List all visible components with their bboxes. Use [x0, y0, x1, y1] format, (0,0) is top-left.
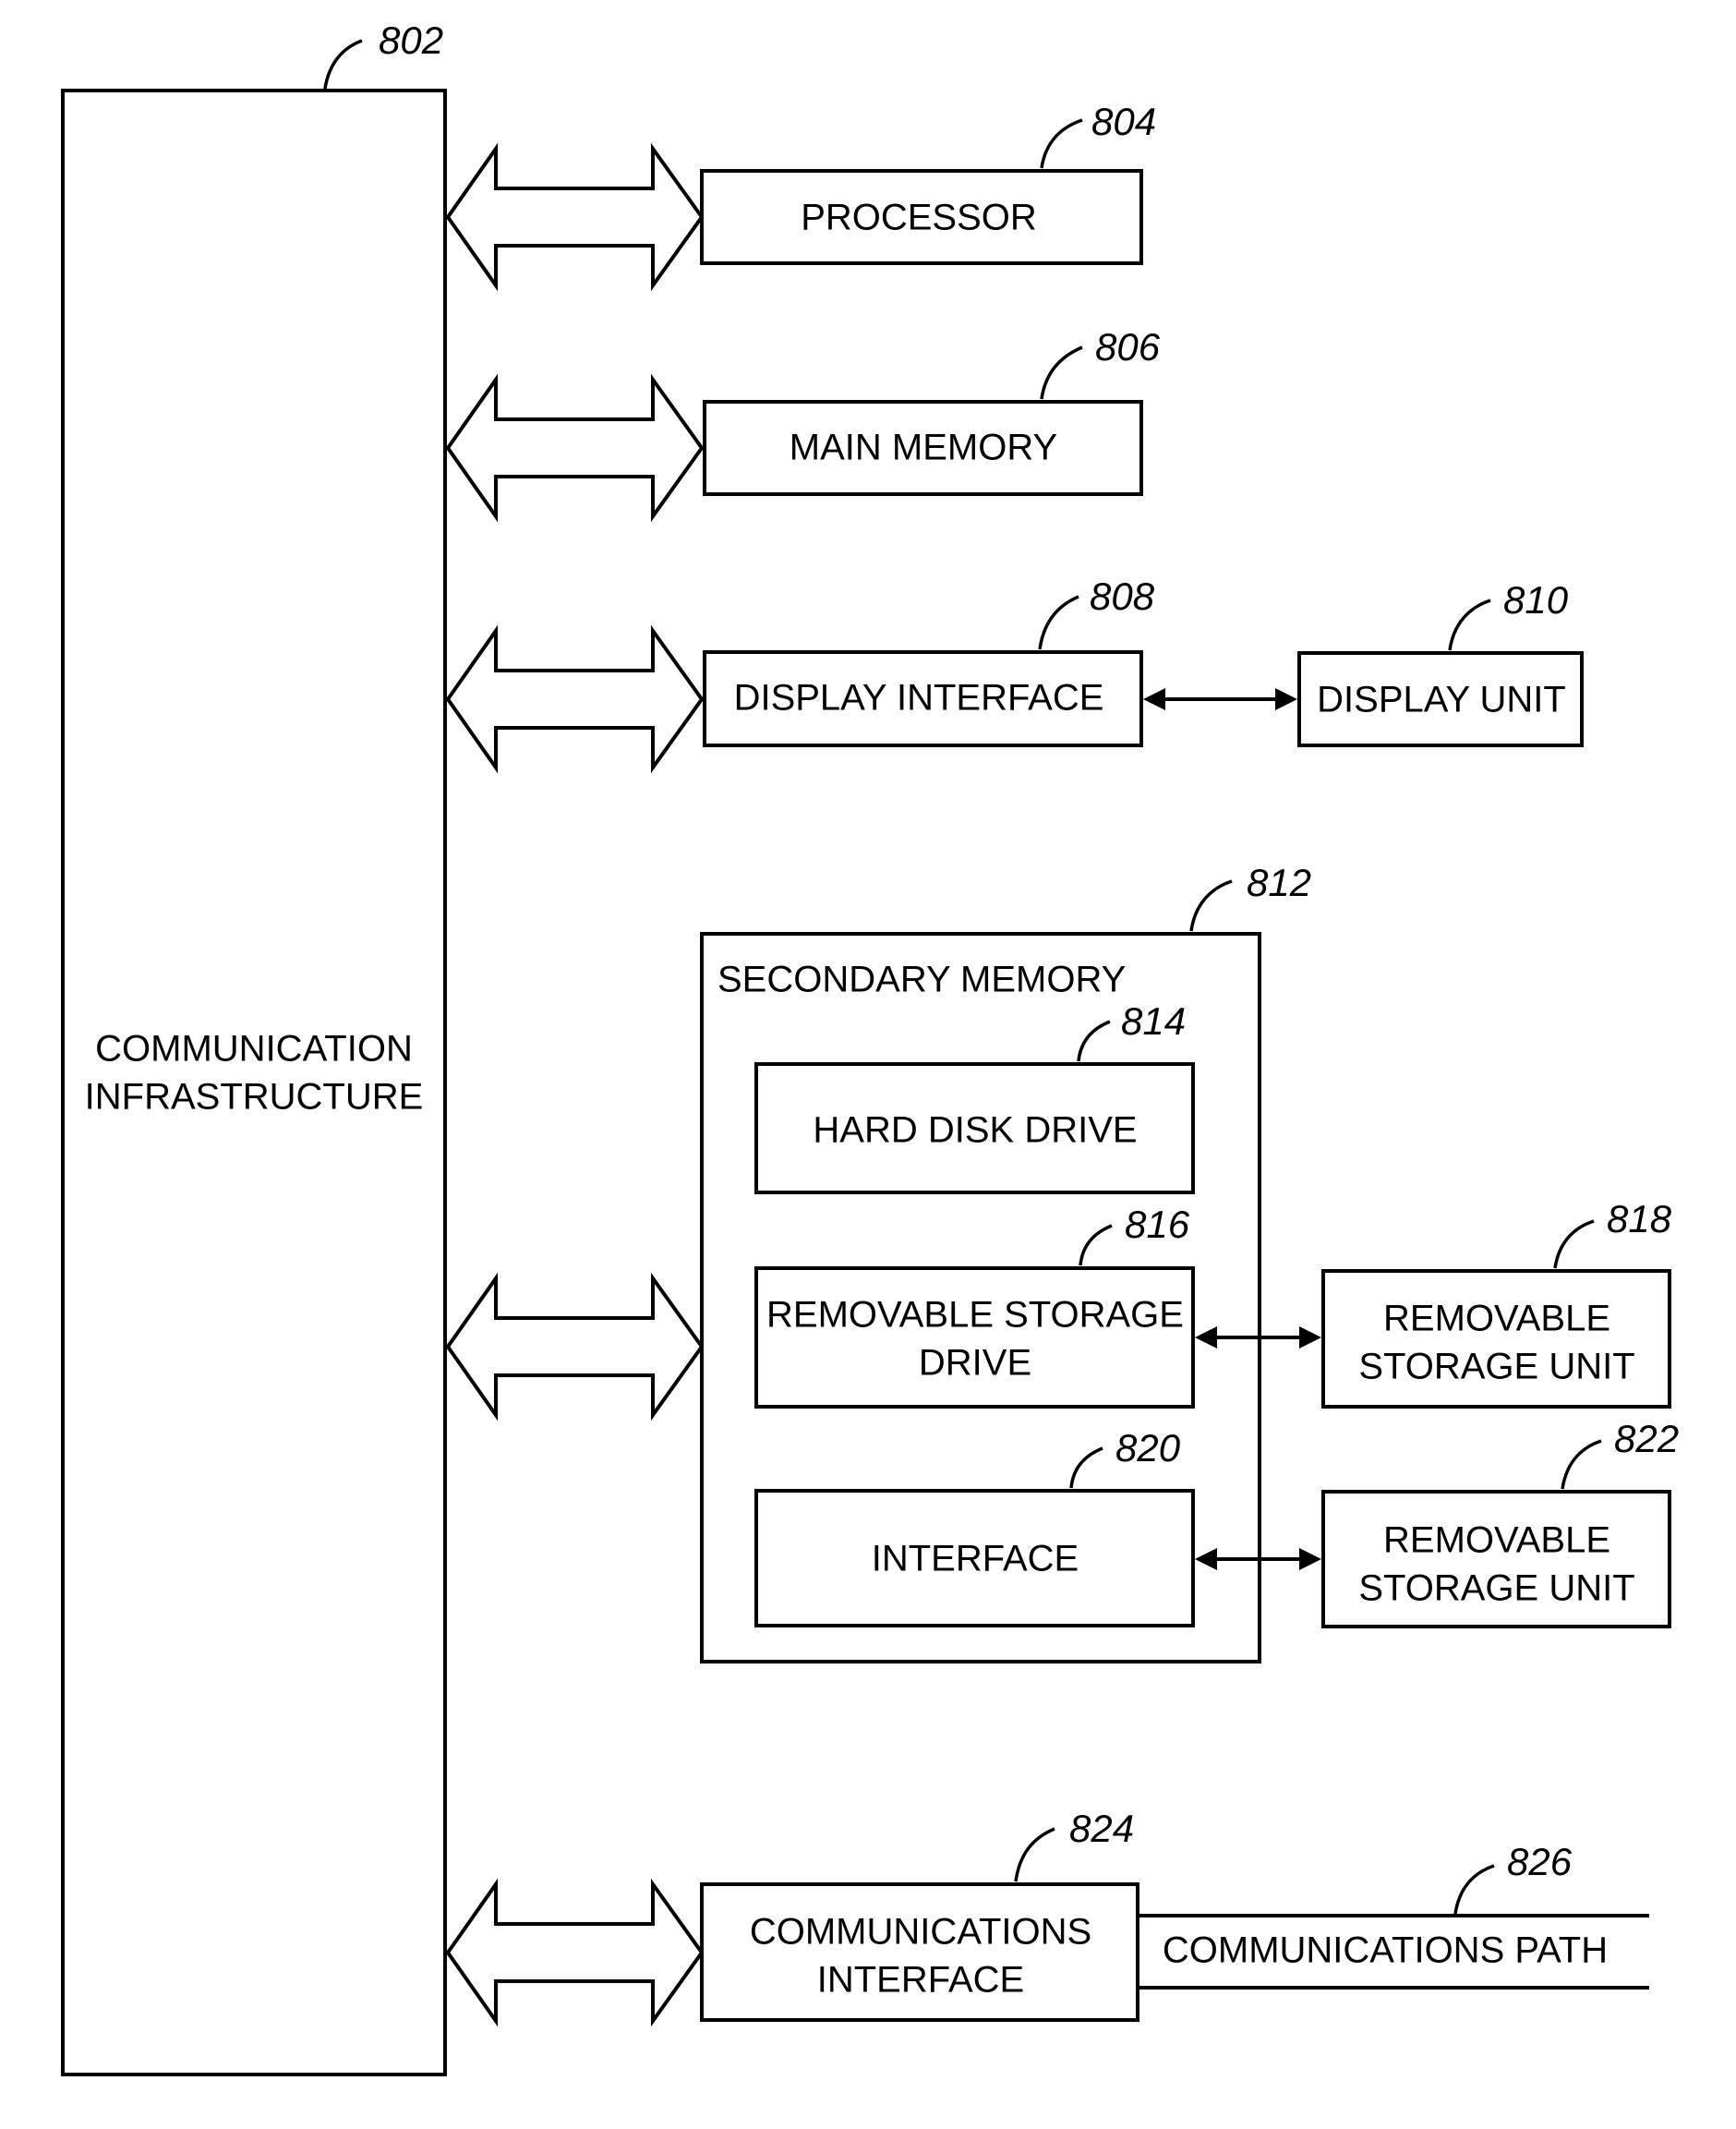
leader-line-808 — [1038, 595, 1079, 650]
display-interface-label: DISPLAY INTERFACE — [734, 678, 1104, 719]
bus-arrow-secondary-memory — [445, 1272, 705, 1421]
leader-line-822 — [1561, 1439, 1602, 1490]
communications-interface-block: COMMUNICATIONS INTERFACE 824 — [700, 1807, 1139, 2022]
ref-number-806: 806 — [1095, 325, 1161, 369]
removable-storage-unit-822-label-line1: REMOVABLE — [1383, 1520, 1610, 1561]
removable-storage-unit-818-label-line1: REMOVABLE — [1383, 1299, 1610, 1339]
removable-storage-unit-818-label-line2: STORAGE UNIT — [1358, 1347, 1634, 1387]
processor-block: PROCESSOR 804 — [700, 100, 1156, 265]
ref-number-826: 826 — [1507, 1840, 1573, 1883]
removable-storage-drive-label-line1: REMOVABLE STORAGE — [766, 1295, 1184, 1336]
communications-path: COMMUNICATIONS PATH 826 — [1138, 1840, 1649, 1990]
bus-arrow-display-interface — [445, 624, 705, 774]
leader-line-826 — [1453, 1864, 1495, 1915]
communications-interface-label-line2: INTERFACE — [817, 1960, 1024, 2001]
main-memory-block: MAIN MEMORY 806 — [703, 325, 1161, 496]
removable-storage-drive-label-line2: DRIVE — [919, 1343, 1031, 1384]
leader-line-812 — [1189, 879, 1233, 932]
connector-display-interface-to-display-unit — [1143, 688, 1297, 710]
ref-number-822: 822 — [1614, 1417, 1679, 1460]
leader-line-818 — [1553, 1219, 1595, 1269]
ref-number-804: 804 — [1091, 100, 1156, 143]
display-interface-block: DISPLAY INTERFACE 808 — [703, 575, 1155, 747]
main-memory-label: MAIN MEMORY — [790, 428, 1057, 468]
ref-number-818: 818 — [1607, 1197, 1672, 1240]
display-unit-block: DISPLAY UNIT 810 — [1297, 578, 1584, 747]
leader-line-806 — [1040, 345, 1083, 400]
communications-path-label: COMMUNICATIONS PATH — [1163, 1930, 1608, 1971]
bus-arrow-communications-interface — [445, 1878, 705, 2027]
computer-system-block-diagram: COMMUNICATION INFRASTRUCTURE 802 PROCESS… — [61, 18, 1679, 2076]
removable-storage-unit-818-block: REMOVABLE STORAGE UNIT 818 — [1321, 1197, 1672, 1409]
leader-line-810 — [1448, 599, 1491, 651]
ref-number-824: 824 — [1069, 1807, 1134, 1850]
communications-interface-label-line1: COMMUNICATIONS — [750, 1912, 1091, 1953]
display-unit-label: DISPLAY UNIT — [1317, 680, 1566, 720]
bus-arrow-main-memory — [445, 373, 705, 523]
ref-number-808: 808 — [1090, 575, 1155, 618]
hard-disk-drive-label: HARD DISK DRIVE — [813, 1110, 1137, 1151]
processor-label: PROCESSOR — [801, 198, 1037, 238]
removable-storage-unit-822-label-line2: STORAGE UNIT — [1358, 1568, 1634, 1609]
communication-infrastructure-label-line2: INFRASTRUCTURE — [85, 1077, 424, 1118]
interface-label: INTERFACE — [872, 1539, 1079, 1579]
communication-infrastructure-label-line1: COMMUNICATION — [95, 1029, 413, 1070]
ref-number-812: 812 — [1247, 861, 1311, 904]
removable-storage-unit-822-block: REMOVABLE STORAGE UNIT 822 — [1321, 1417, 1679, 1628]
ref-number-814: 814 — [1121, 999, 1186, 1043]
leader-line-804 — [1040, 118, 1083, 169]
communication-infrastructure-block: COMMUNICATION INFRASTRUCTURE 802 — [61, 18, 447, 2076]
leader-line-824 — [1014, 1827, 1055, 1882]
ref-number-820: 820 — [1115, 1426, 1181, 1470]
ref-number-816: 816 — [1125, 1203, 1190, 1246]
secondary-memory-label: SECONDARY MEMORY — [717, 960, 1126, 1000]
bus-arrow-processor — [445, 142, 705, 292]
leader-line-802 — [323, 39, 363, 90]
ref-number-810: 810 — [1503, 578, 1569, 622]
ref-number-802: 802 — [379, 18, 443, 62]
bus-arrows — [445, 142, 705, 2027]
